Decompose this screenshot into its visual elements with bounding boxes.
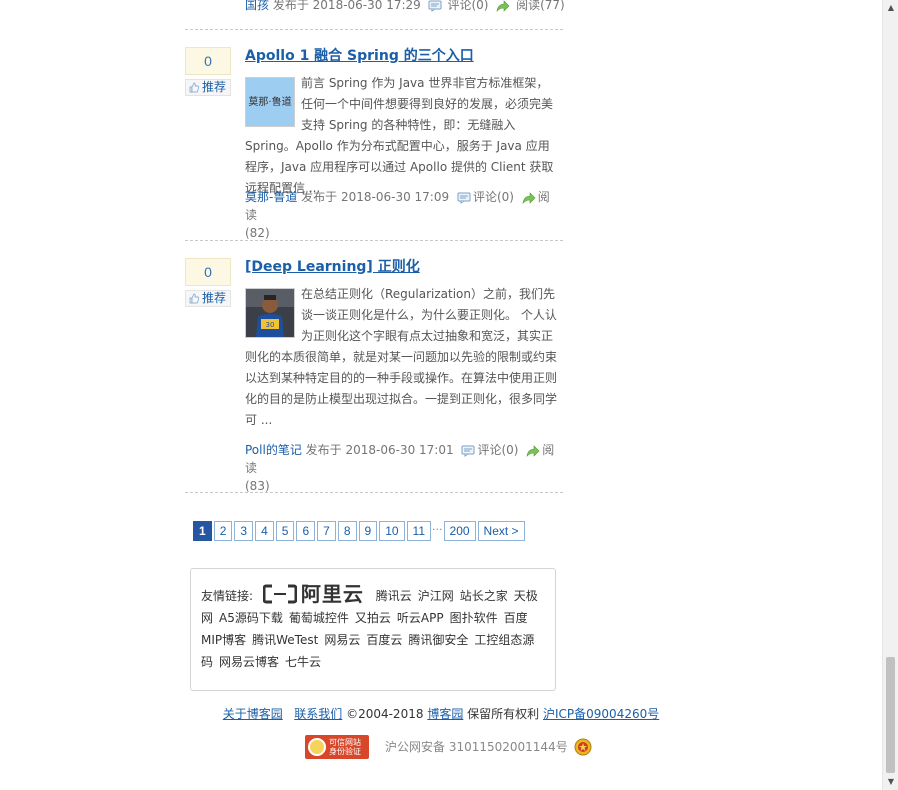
- post-divider: [185, 29, 563, 30]
- page-scrollbar[interactable]: ▲ ▼: [882, 0, 898, 790]
- avatar-text: 莫那·鲁道: [248, 96, 292, 108]
- badge-line-1: 可信网站: [329, 737, 361, 747]
- police-record-number[interactable]: 沪公网安备 31011502001144号: [385, 738, 568, 755]
- scroll-down-arrow-icon[interactable]: ▼: [883, 774, 898, 790]
- svg-text:30: 30: [266, 321, 275, 329]
- read-arrow-icon: [496, 0, 510, 12]
- recommend-label: 推荐: [202, 291, 227, 305]
- comment-icon: [461, 445, 475, 457]
- page: 国孩 发布于 2018-06-30 17:29 评论(0) 阅读(77) 0 推…: [0, 0, 882, 790]
- post-comments[interactable]: 评论(0): [473, 190, 514, 204]
- pager-page-link[interactable]: 6: [296, 521, 316, 541]
- aliyun-logo-icon: [262, 584, 297, 603]
- post-item: 0 推荐 [Deep Learning] 正则化 30 在总结正则化（Regul…: [185, 258, 563, 493]
- digg-box: 0 推荐: [185, 258, 231, 307]
- rights-text: 保留所有权利: [467, 707, 540, 721]
- recommend-label: 推荐: [202, 80, 227, 94]
- site-footer: 关于博客园 联系我们 ©2004-2018 博客园 保留所有权利 沪ICP备09…: [0, 705, 882, 722]
- friend-link[interactable]: 听云APP: [397, 611, 444, 625]
- badge-line-2: 身份验证: [329, 746, 361, 756]
- friend-links-box: 友情链接: 阿里云 腾讯云 沪江网 站长之家 天极网 A5源码下载 葡萄城控件 又拍云 听云A…: [190, 568, 556, 691]
- prev-post-meta: 国孩 发布于 2018-06-30 17:29 评论(0) 阅读(77): [245, 0, 565, 13]
- pager-page-link[interactable]: 2: [213, 521, 233, 541]
- contact-link[interactable]: 联系我们: [294, 707, 342, 721]
- thumbs-up-icon: [189, 82, 199, 93]
- post-meta: Poll的笔记 发布于 2018-06-30 17:01 评论(0) 阅读 (8…: [245, 441, 559, 495]
- pager-ellipsis: ···: [432, 523, 443, 536]
- recommend-button[interactable]: 推荐: [185, 79, 231, 96]
- pager-page-link[interactable]: 10: [379, 521, 405, 541]
- friend-link[interactable]: 网易云博客: [219, 655, 279, 669]
- post-divider: [185, 240, 563, 241]
- post-views-count: (82): [245, 226, 270, 240]
- site-link[interactable]: 博客园: [427, 707, 463, 721]
- prev-post-views[interactable]: 阅读(77): [516, 0, 565, 12]
- post-divider: [185, 492, 563, 493]
- post-meta: 莫那-鲁道 发布于 2018-06-30 17:09 评论(0) 阅读 (82): [245, 188, 559, 242]
- read-arrow-icon: [526, 444, 540, 457]
- pager-page-link[interactable]: 5: [275, 521, 295, 541]
- friend-link[interactable]: 站长之家: [460, 589, 508, 603]
- digg-count: 0: [185, 47, 231, 75]
- post-views-count: (83): [245, 479, 270, 493]
- comment-icon: [428, 0, 442, 12]
- read-arrow-icon: [522, 191, 536, 204]
- pager-current-page: 1: [193, 521, 212, 541]
- author-link[interactable]: 莫那-鲁道: [245, 190, 297, 204]
- pager-page-link[interactable]: 11: [406, 521, 432, 541]
- comment-icon: [457, 192, 471, 204]
- friend-link[interactable]: 又拍云: [355, 611, 391, 625]
- post-date: 发布于 2018-06-30 17:09: [301, 190, 450, 204]
- pager-page-link[interactable]: 4: [255, 521, 274, 541]
- prev-post-date: 发布于 2018-06-30 17:29: [272, 0, 421, 12]
- pager-page-link[interactable]: 8: [337, 521, 357, 541]
- pager-next-button[interactable]: Next >: [477, 521, 525, 541]
- digg-count: 0: [185, 258, 231, 286]
- pager-page-link[interactable]: 3: [234, 521, 254, 541]
- aliyun-logo-link[interactable]: 阿里云: [262, 581, 364, 606]
- scrollbar-thumb[interactable]: [886, 657, 895, 773]
- post-comments[interactable]: 评论(0): [477, 443, 518, 457]
- friend-link[interactable]: 沪江网: [418, 589, 454, 603]
- post-date: 发布于 2018-06-30 17:01: [305, 443, 454, 457]
- icp-link[interactable]: 沪ICP备09004260号: [543, 707, 659, 721]
- badge-seal-icon: [308, 737, 326, 756]
- friend-link[interactable]: 七牛云: [285, 655, 321, 669]
- trusted-site-badge[interactable]: 可信网站 身份验证: [305, 734, 369, 759]
- author-link[interactable]: Poll的笔记: [245, 443, 302, 457]
- thumbs-up-icon: [189, 293, 199, 304]
- friend-link[interactable]: 腾讯御安全: [408, 633, 468, 647]
- friend-link[interactable]: 网易云: [324, 633, 360, 647]
- friend-link[interactable]: 图扑软件: [450, 611, 498, 625]
- friend-link[interactable]: 腾讯WeTest: [252, 633, 318, 647]
- police-emblem-icon: [574, 738, 592, 755]
- post-title-link[interactable]: Apollo 1 融合 Spring 的三个入口: [245, 47, 474, 65]
- friend-link[interactable]: A5源码下载: [219, 611, 283, 625]
- prev-post-author-link[interactable]: 国孩: [245, 0, 269, 12]
- post-title-link[interactable]: [Deep Learning] 正则化: [245, 258, 420, 276]
- post-summary-block: 莫那·鲁道 前言 Spring 作为 Java 世界非官方标准框架，任何一个中间…: [245, 73, 559, 199]
- friend-link[interactable]: 腾讯云: [376, 589, 412, 603]
- post-summary-block: 30 在总结正则化（Regularization）之前，我们先谈一谈正则化是什么…: [245, 284, 559, 431]
- pager-last-page[interactable]: 200: [443, 521, 476, 541]
- friend-link[interactable]: 葡萄城控件: [289, 611, 349, 625]
- pager-page-link[interactable]: 7: [317, 521, 336, 541]
- aliyun-logo-text: 阿里云: [300, 581, 364, 606]
- friend-links-label: 友情链接:: [201, 589, 254, 603]
- beian-row: 可信网站 身份验证 沪公网安备 31011502001144号: [305, 734, 592, 759]
- post-item: 0 推荐 Apollo 1 融合 Spring 的三个入口 莫那·鲁道 前言 S…: [185, 47, 563, 240]
- digg-box: 0 推荐: [185, 47, 231, 96]
- author-avatar[interactable]: 莫那·鲁道: [245, 77, 295, 127]
- about-link[interactable]: 关于博客园: [223, 707, 283, 721]
- copyright-text: ©2004-2018: [346, 707, 424, 721]
- prev-post-comments[interactable]: 评论(0): [447, 0, 488, 12]
- scroll-up-arrow-icon[interactable]: ▲: [883, 0, 898, 16]
- pagination: 1 2 3 4 5 6 7 8 9 10 11 ··· 200 Next >: [193, 521, 527, 541]
- author-avatar[interactable]: 30: [245, 288, 295, 338]
- pager-page-link[interactable]: 9: [358, 521, 378, 541]
- avatar-photo: 30: [246, 289, 294, 337]
- friend-link[interactable]: 百度云: [366, 633, 402, 647]
- recommend-button[interactable]: 推荐: [185, 290, 231, 307]
